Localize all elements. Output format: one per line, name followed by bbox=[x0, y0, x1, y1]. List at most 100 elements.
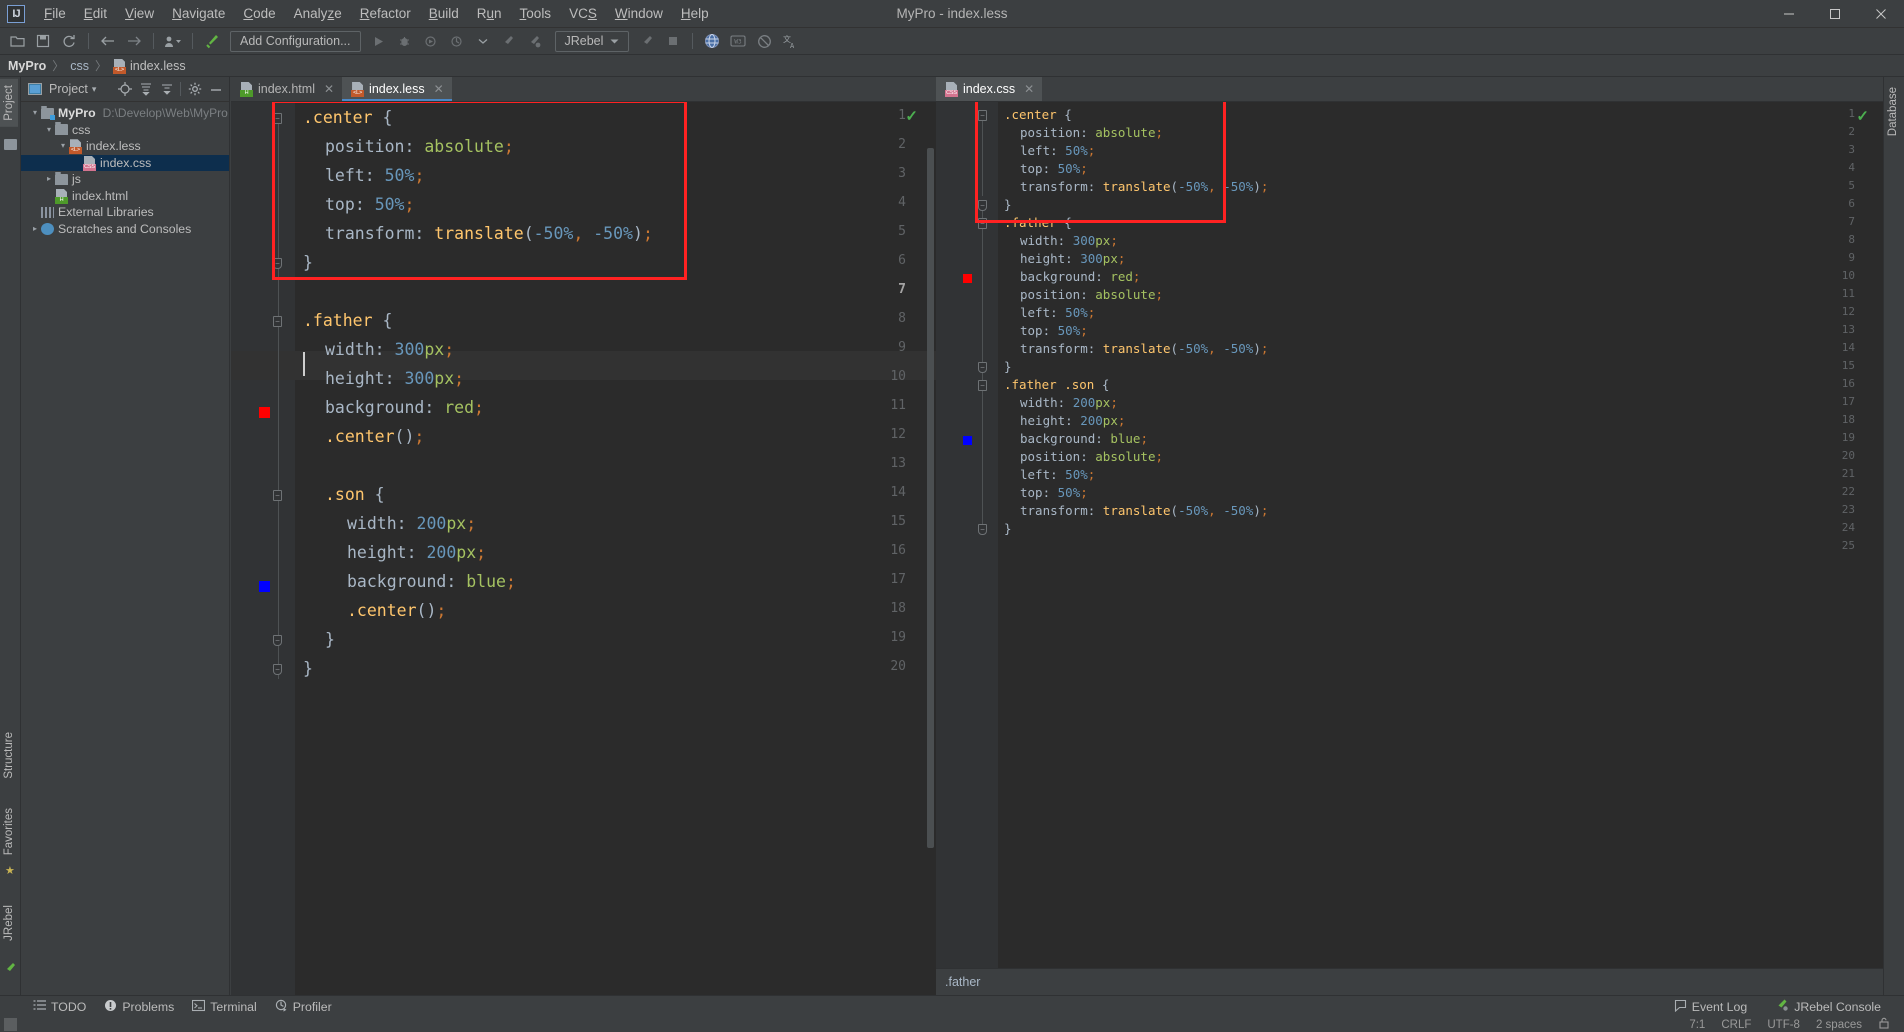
fold-end-icon[interactable]: − bbox=[978, 524, 987, 535]
editor-content-right[interactable]: 1−2 3 4 5 6−7−8 9 10 11 12 13 14 15−16−17 18 19 20 21 22… bbox=[936, 102, 1883, 995]
tool-window-profiler[interactable]: Profiler bbox=[266, 999, 341, 1015]
status-line-separator[interactable]: CRLF bbox=[1721, 1019, 1751, 1031]
fold-collapse-icon[interactable]: − bbox=[978, 218, 987, 229]
menu-item-tools[interactable]: Tools bbox=[511, 3, 561, 24]
back-arrow-icon[interactable] bbox=[96, 30, 120, 52]
chevron-right-icon[interactable]: ▸ bbox=[29, 221, 41, 238]
chevron-down-icon[interactable]: ▾ bbox=[29, 105, 41, 122]
code-text-right[interactable]: .center {position: absolute; left: 50%; to… bbox=[998, 102, 1883, 995]
inspection-passed-check[interactable]: ✓ bbox=[905, 107, 918, 125]
tool-window-terminal[interactable]: Terminal bbox=[183, 999, 265, 1015]
fold-end-icon[interactable]: − bbox=[978, 362, 987, 373]
sidebar-item-structure[interactable]: Structure bbox=[0, 726, 18, 785]
fold-end-icon[interactable]: − bbox=[978, 200, 987, 211]
hide-panel-icon[interactable] bbox=[206, 80, 225, 99]
debug-icon[interactable] bbox=[393, 30, 417, 52]
sync-icon[interactable] bbox=[57, 30, 81, 52]
tool-window-jrebel-console[interactable]: JRebel Console bbox=[1766, 998, 1890, 1015]
chevron-down-icon[interactable]: ▾ bbox=[57, 138, 69, 155]
jrebel-icon[interactable] bbox=[635, 30, 659, 52]
tree-node-scratches-and-consoles[interactable]: ▸ Scratches and Consoles bbox=[21, 221, 229, 238]
inspection-passed-check[interactable]: ✓ bbox=[1856, 107, 1869, 125]
fold-collapse-icon[interactable]: − bbox=[273, 490, 282, 501]
stop-icon[interactable] bbox=[661, 30, 685, 52]
forward-arrow-icon[interactable] bbox=[122, 30, 146, 52]
editor-tab-index-html[interactable]: Hindex.html ✕ bbox=[231, 77, 343, 101]
breadcrumb-folder[interactable]: css bbox=[70, 59, 89, 73]
tree-node-css[interactable]: ▾ css bbox=[21, 122, 229, 139]
sidebar-item-favorites[interactable]: Favorites bbox=[0, 802, 18, 861]
menu-item-build[interactable]: Build bbox=[420, 3, 468, 24]
locate-icon[interactable] bbox=[115, 80, 134, 99]
run-coverage-icon[interactable] bbox=[419, 30, 443, 52]
collapse-all-icon[interactable] bbox=[157, 80, 176, 99]
menu-item-refactor[interactable]: Refactor bbox=[351, 3, 420, 24]
folder-open-icon[interactable] bbox=[5, 30, 29, 52]
tool-window-todo[interactable]: TODO bbox=[24, 999, 95, 1015]
status-indent[interactable]: 2 spaces bbox=[1816, 1019, 1862, 1031]
color-swatch[interactable] bbox=[963, 274, 972, 283]
fold-collapse-icon[interactable]: − bbox=[978, 380, 987, 391]
open-in-browser-icon[interactable] bbox=[700, 30, 724, 52]
color-swatch[interactable] bbox=[963, 436, 972, 445]
folder-icon[interactable] bbox=[4, 139, 17, 150]
fold-collapse-icon[interactable]: − bbox=[273, 316, 282, 327]
fold-end-icon[interactable]: − bbox=[273, 635, 282, 646]
sidebar-item-jrebel[interactable]: JRebel bbox=[0, 899, 18, 947]
tool-window-problems[interactable]: Problems bbox=[95, 999, 183, 1015]
code-text-left[interactable]: .center {position: absolute; left: 50%; to… bbox=[295, 102, 936, 995]
sidebar-item-project[interactable]: Project bbox=[0, 79, 18, 127]
tree-node-mypro[interactable]: ▾ MyPro D:\Develop\Web\MyPro bbox=[21, 105, 229, 122]
chevron-down-icon[interactable]: ▾ bbox=[43, 122, 55, 139]
gear-icon[interactable] bbox=[185, 80, 204, 99]
build-hammer-icon[interactable] bbox=[200, 30, 224, 52]
gutter-left[interactable] bbox=[231, 102, 295, 995]
gutter-right[interactable] bbox=[936, 102, 998, 995]
menu-item-window[interactable]: Window bbox=[606, 3, 672, 24]
menu-item-view[interactable]: View bbox=[116, 3, 163, 24]
fold-end-icon[interactable]: − bbox=[273, 664, 282, 675]
menu-item-vcs[interactable]: VCS bbox=[560, 3, 606, 24]
color-swatch[interactable] bbox=[259, 581, 270, 592]
maximize-button[interactable] bbox=[1812, 0, 1858, 28]
tree-node-index-less[interactable]: ▾ <L> index.less bbox=[21, 138, 229, 155]
read-write-lock-icon[interactable] bbox=[1878, 1017, 1890, 1032]
editor-content-left[interactable]: 1−2 3 4 5 6−7 8−9 10 11 12 13 14−15 16 17 18 19−20− .c… bbox=[231, 102, 936, 995]
jrebel-selector[interactable]: JRebel bbox=[554, 30, 630, 52]
chevron-right-icon[interactable]: ▸ bbox=[43, 171, 55, 188]
validate-icon[interactable]: W3 bbox=[726, 30, 750, 52]
profile-icon[interactable] bbox=[445, 30, 469, 52]
menu-item-edit[interactable]: Edit bbox=[75, 3, 116, 24]
status-encoding[interactable]: UTF-8 bbox=[1767, 1019, 1800, 1031]
tree-node-index-html[interactable]: Hindex.html bbox=[21, 188, 229, 205]
tree-node-index-css[interactable]: CSS index.css bbox=[21, 154, 229, 171]
translate-icon[interactable]: 文A bbox=[778, 30, 802, 52]
tree-node-js[interactable]: ▸ js bbox=[21, 171, 229, 188]
close-icon[interactable]: ✕ bbox=[1024, 82, 1034, 96]
tree-node-external-libraries[interactable]: External Libraries bbox=[21, 204, 229, 221]
fold-collapse-icon[interactable]: − bbox=[978, 110, 987, 121]
close-icon[interactable]: ✕ bbox=[434, 82, 444, 96]
breadcrumb-project[interactable]: MyPro bbox=[8, 59, 46, 73]
close-icon[interactable]: ✕ bbox=[324, 82, 334, 96]
expand-all-icon[interactable] bbox=[136, 80, 155, 99]
save-icon[interactable] bbox=[31, 30, 55, 52]
jrebel-run-icon[interactable] bbox=[497, 30, 521, 52]
editor-scrollbar-left[interactable] bbox=[927, 148, 934, 848]
editor-tab-index-less[interactable]: <L> index.less ✕ bbox=[342, 77, 452, 101]
breadcrumb-file[interactable]: <L> index.less bbox=[112, 58, 186, 74]
menu-item-code[interactable]: Code bbox=[234, 3, 284, 24]
menu-item-run[interactable]: Run bbox=[468, 3, 511, 24]
run-icon[interactable] bbox=[367, 30, 391, 52]
fold-collapse-icon[interactable]: − bbox=[273, 113, 282, 124]
editor-tab-index-css[interactable]: CSS index.css ✕ bbox=[936, 77, 1043, 101]
jrebel-debug-icon[interactable] bbox=[523, 30, 547, 52]
menu-item-analyze[interactable]: Analyze bbox=[285, 3, 351, 24]
user-dropdown-icon[interactable] bbox=[161, 30, 185, 52]
minimize-button[interactable] bbox=[1766, 0, 1812, 28]
no-access-icon[interactable] bbox=[752, 30, 776, 52]
sidebar-item-database[interactable]: Database bbox=[1884, 81, 1902, 142]
run-configuration-selector[interactable]: Add Configuration... bbox=[230, 30, 361, 52]
editor-breadcrumb-label[interactable]: .father bbox=[945, 975, 980, 989]
tool-window-event-log[interactable]: Event Log bbox=[1665, 999, 1756, 1015]
